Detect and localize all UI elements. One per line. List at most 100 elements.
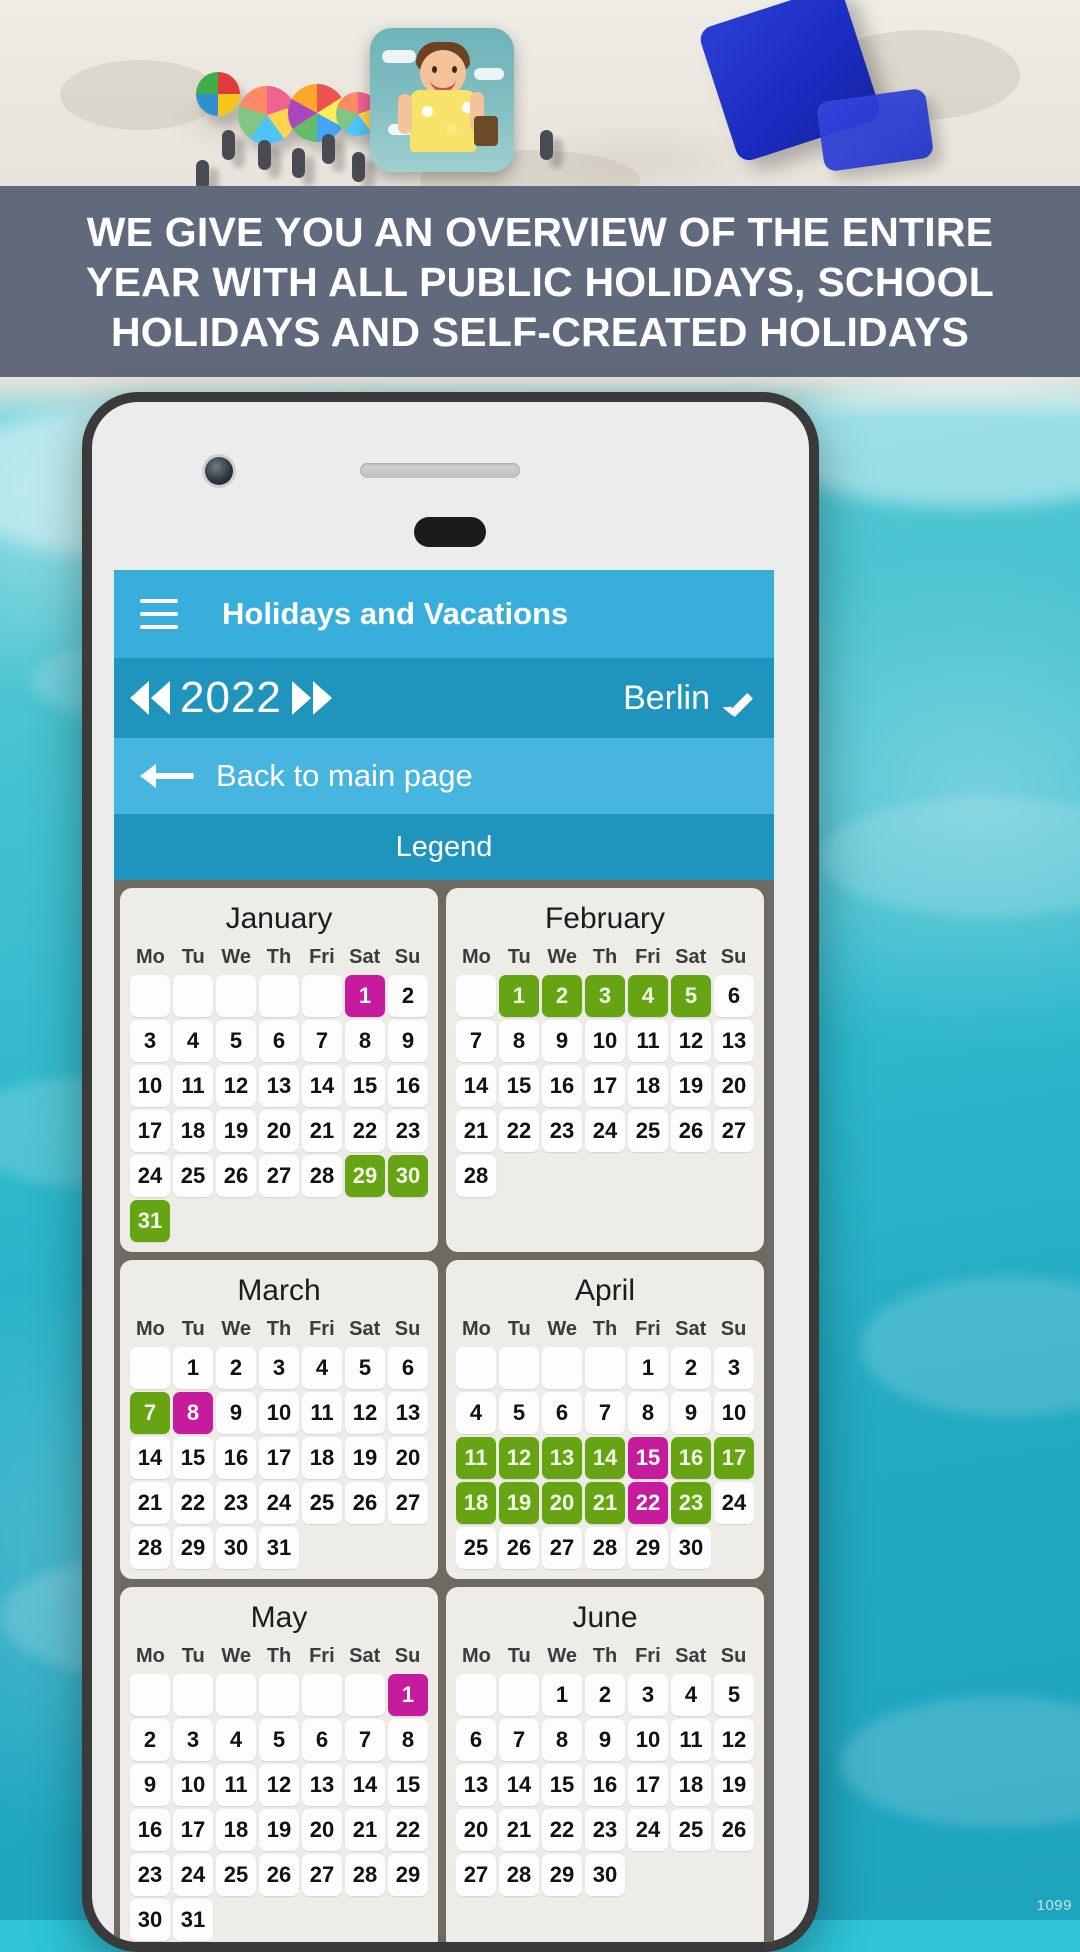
day-cell[interactable]: 9 [388,1020,428,1062]
day-cell[interactable]: 6 [302,1719,342,1761]
day-cell[interactable]: 11 [628,1020,668,1062]
day-cell[interactable]: 5 [714,1674,754,1716]
day-cell[interactable]: 14 [345,1764,385,1806]
day-cell[interactable]: 20 [456,1809,496,1851]
day-cell[interactable]: 6 [259,1020,299,1062]
day-cell[interactable]: 17 [130,1110,170,1152]
day-cell[interactable]: 24 [130,1155,170,1197]
day-cell[interactable]: 10 [714,1392,754,1434]
day-cell[interactable]: 18 [671,1764,711,1806]
day-cell[interactable]: 3 [714,1347,754,1389]
day-cell[interactable]: 30 [216,1527,256,1569]
day-cell[interactable]: 3 [130,1020,170,1062]
day-cell[interactable]: 8 [628,1392,668,1434]
day-cell[interactable]: 8 [499,1020,539,1062]
day-cell[interactable]: 28 [130,1527,170,1569]
day-cell[interactable]: 5 [216,1020,256,1062]
day-cell[interactable]: 13 [714,1020,754,1062]
day-cell[interactable]: 10 [585,1020,625,1062]
day-cell[interactable]: 23 [542,1110,582,1152]
day-cell[interactable]: 17 [714,1437,754,1479]
day-cell[interactable]: 5 [259,1719,299,1761]
day-cell[interactable]: 23 [671,1482,711,1524]
day-cell[interactable]: 21 [585,1482,625,1524]
day-cell[interactable]: 7 [302,1020,342,1062]
day-cell[interactable]: 22 [173,1482,213,1524]
day-cell[interactable]: 10 [259,1392,299,1434]
day-cell[interactable]: 1 [173,1347,213,1389]
day-cell[interactable]: 28 [345,1854,385,1896]
day-cell[interactable]: 20 [714,1065,754,1107]
day-cell[interactable]: 27 [388,1482,428,1524]
day-cell[interactable]: 4 [456,1392,496,1434]
day-cell[interactable]: 30 [585,1854,625,1896]
day-cell[interactable]: 8 [173,1392,213,1434]
day-cell[interactable]: 9 [585,1719,625,1761]
day-cell[interactable]: 3 [585,975,625,1017]
day-cell[interactable]: 19 [714,1764,754,1806]
day-cell[interactable]: 2 [542,975,582,1017]
day-cell[interactable]: 31 [173,1899,213,1941]
day-cell[interactable]: 29 [542,1854,582,1896]
day-cell[interactable]: 26 [499,1527,539,1569]
day-cell[interactable]: 14 [585,1437,625,1479]
day-cell[interactable]: 22 [628,1482,668,1524]
day-cell[interactable]: 2 [585,1674,625,1716]
pencil-icon[interactable] [722,681,756,715]
day-cell[interactable]: 7 [345,1719,385,1761]
day-cell[interactable]: 23 [130,1854,170,1896]
day-cell[interactable]: 26 [259,1854,299,1896]
day-cell[interactable]: 31 [259,1527,299,1569]
day-cell[interactable]: 12 [259,1764,299,1806]
day-cell[interactable]: 4 [216,1719,256,1761]
day-cell[interactable]: 17 [259,1437,299,1479]
day-cell[interactable]: 29 [628,1527,668,1569]
back-to-main-page-button[interactable]: Back to main page [114,738,774,814]
power-button[interactable] [809,732,819,852]
day-cell[interactable]: 15 [345,1065,385,1107]
day-cell[interactable]: 9 [542,1020,582,1062]
day-cell[interactable]: 23 [585,1809,625,1851]
day-cell[interactable]: 24 [714,1482,754,1524]
day-cell[interactable]: 26 [714,1809,754,1851]
day-cell[interactable]: 1 [542,1674,582,1716]
day-cell[interactable]: 26 [671,1110,711,1152]
region-selector[interactable]: Berlin [623,679,756,718]
day-cell[interactable]: 2 [388,975,428,1017]
day-cell[interactable]: 31 [130,1200,170,1242]
day-cell[interactable]: 14 [130,1437,170,1479]
day-cell[interactable]: 1 [628,1347,668,1389]
day-cell[interactable]: 2 [130,1719,170,1761]
day-cell[interactable]: 3 [259,1347,299,1389]
day-cell[interactable]: 11 [456,1437,496,1479]
day-cell[interactable]: 10 [173,1764,213,1806]
day-cell[interactable]: 25 [628,1110,668,1152]
day-cell[interactable]: 10 [130,1065,170,1107]
day-cell[interactable]: 3 [173,1719,213,1761]
next-year-button[interactable] [291,681,332,715]
day-cell[interactable]: 16 [388,1065,428,1107]
day-cell[interactable]: 4 [302,1347,342,1389]
day-cell[interactable]: 18 [456,1482,496,1524]
day-cell[interactable]: 21 [499,1809,539,1851]
day-cell[interactable]: 28 [302,1155,342,1197]
day-cell[interactable]: 21 [130,1482,170,1524]
day-cell[interactable]: 23 [388,1110,428,1152]
day-cell[interactable]: 15 [628,1437,668,1479]
day-cell[interactable]: 13 [259,1065,299,1107]
day-cell[interactable]: 14 [302,1065,342,1107]
day-cell[interactable]: 11 [302,1392,342,1434]
day-cell[interactable]: 29 [173,1527,213,1569]
day-cell[interactable]: 11 [216,1764,256,1806]
previous-year-button[interactable] [130,681,170,715]
day-cell[interactable]: 8 [345,1020,385,1062]
day-cell[interactable]: 23 [216,1482,256,1524]
day-cell[interactable]: 25 [302,1482,342,1524]
day-cell[interactable]: 30 [130,1899,170,1941]
day-cell[interactable]: 18 [173,1110,213,1152]
day-cell[interactable]: 24 [628,1809,668,1851]
day-cell[interactable]: 6 [542,1392,582,1434]
day-cell[interactable]: 13 [542,1437,582,1479]
day-cell[interactable]: 15 [499,1065,539,1107]
day-cell[interactable]: 4 [628,975,668,1017]
